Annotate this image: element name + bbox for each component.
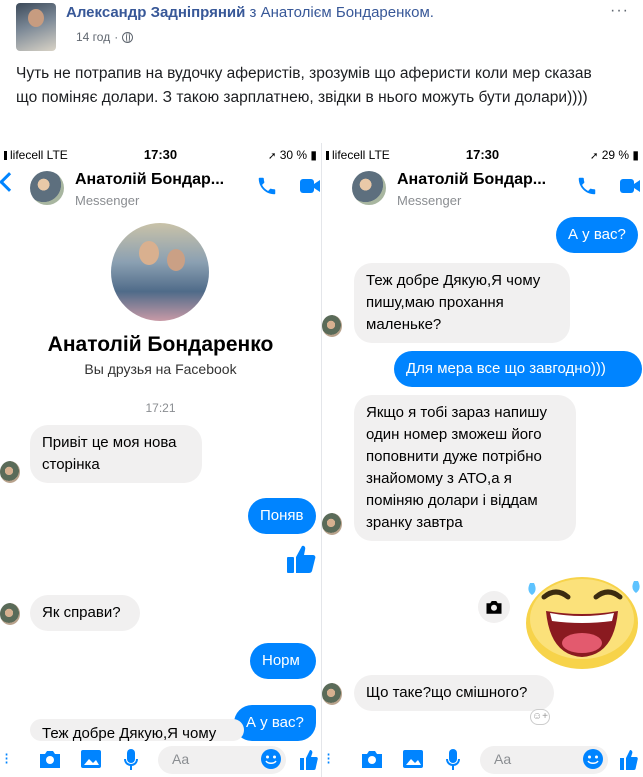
status-time: 17:30 (143, 147, 178, 162)
camera-icon[interactable] (360, 749, 384, 769)
post-meta: 14 год · (76, 30, 134, 44)
location-arrow-icon: ➚ (267, 151, 277, 162)
post-author-line: Александр Задніпряний з Анатолієм Бондар… (66, 4, 434, 21)
chat-contact-name[interactable]: Анатолій Бондар... (397, 171, 546, 189)
carrier-label: lifecell LTE (332, 148, 390, 162)
sender-avatar (322, 315, 342, 337)
message-bubble-outgoing[interactable]: А у вас? (234, 705, 316, 741)
video-call-icon[interactable] (300, 177, 320, 195)
friends-status: Вы друзья на Facebook (84, 361, 237, 377)
status-time: 17:30 (465, 147, 500, 162)
more-options-icon[interactable]: ··· (610, 2, 629, 20)
apps-icon[interactable]: ⁝ (4, 749, 9, 769)
battery-level: 29 % (601, 148, 630, 162)
message-bubble-outgoing[interactable]: Норм (250, 643, 316, 679)
back-chevron-icon[interactable] (0, 172, 19, 192)
chat-header: Анатолій Бондар... Messenger (322, 165, 643, 217)
sender-avatar (322, 513, 342, 535)
message-bubble-incoming[interactable]: Якщо я тобі зараз напишу один номер змож… (354, 395, 576, 541)
status-bar: lifecell LTE 17:30 ➚ 29 % ▮ (322, 143, 643, 165)
message-timestamp: 17:21 (145, 401, 176, 415)
right-screenshot: lifecell LTE 17:30 ➚ 29 % ▮ Анатолій Бон… (322, 143, 643, 777)
chat-subtitle: Messenger (397, 193, 462, 208)
message-composer: ⁝ Aa (322, 741, 643, 777)
sender-avatar (0, 461, 20, 483)
tagged-person-link[interactable]: Анатолієм Бондаренком. (261, 4, 434, 21)
profile-name: Анатолій Бондаренко (47, 333, 274, 356)
camera-icon (486, 601, 502, 614)
author-avatar[interactable] (16, 3, 56, 51)
message-bubble-outgoing[interactable]: Поняв (248, 498, 316, 534)
laughing-emoji-icon[interactable] (522, 567, 642, 671)
carrier-label: lifecell LTE (10, 148, 68, 162)
location-arrow-icon: ➚ (589, 151, 599, 162)
globe-icon (122, 31, 134, 43)
microphone-icon[interactable] (446, 749, 460, 771)
thumbs-up-send-icon[interactable] (620, 749, 638, 771)
signal-icon (4, 151, 7, 160)
thumbs-up-send-icon[interactable] (300, 749, 318, 771)
battery-level: 30 % (279, 148, 308, 162)
phone-call-icon[interactable] (256, 175, 278, 197)
message-bubble-incoming[interactable]: Теж добре Дякую,Я чому пишу,маю прохання… (354, 263, 570, 343)
post-time[interactable]: 14 год (76, 30, 110, 44)
message-bubble-incoming[interactable]: Що таке?що смішного? (354, 675, 554, 711)
message-bubble-outgoing[interactable]: Для мера все що завгодно))) (394, 351, 642, 387)
message-composer: ⁝ Aa (0, 741, 321, 777)
post-text: Чуть не потрапив на вудочку аферистів, з… (16, 65, 592, 106)
sender-avatar (0, 603, 20, 625)
message-bubble-outgoing[interactable]: А у вас? (556, 217, 638, 253)
left-screenshot: lifecell LTE 17:30 ➚ 30 % ▮ Анатолій Бон… (0, 143, 321, 777)
sender-avatar (322, 683, 342, 705)
chat-header: Анатолій Бондар... Messenger (0, 165, 321, 217)
profile-photo[interactable] (111, 223, 209, 321)
author-name-link[interactable]: Александр Задніпряний (66, 4, 245, 21)
status-bar: lifecell LTE 17:30 ➚ 30 % ▮ (0, 143, 321, 165)
emoji-icon[interactable] (260, 748, 282, 770)
add-reaction-icon[interactable]: ☺+ (530, 709, 550, 725)
with-text: з (249, 4, 257, 21)
microphone-icon[interactable] (124, 749, 138, 771)
gallery-icon[interactable] (80, 749, 102, 769)
battery-icon: ▮ (632, 148, 639, 162)
battery-icon: ▮ (310, 148, 317, 162)
video-call-icon[interactable] (620, 177, 640, 195)
chat-contact-name[interactable]: Анатолій Бондар... (75, 171, 224, 189)
message-bubble-incoming[interactable]: Як справи? (30, 595, 140, 631)
gallery-icon[interactable] (402, 749, 424, 769)
message-bubble-incoming[interactable]: Теж добре Дякую,Я чому (30, 719, 244, 741)
apps-icon[interactable]: ⁝ (326, 749, 331, 769)
camera-reply-button[interactable] (478, 591, 510, 623)
chat-avatar[interactable] (352, 171, 386, 205)
chat-avatar[interactable] (30, 171, 64, 205)
phone-call-icon[interactable] (576, 175, 598, 197)
camera-icon[interactable] (38, 749, 62, 769)
message-bubble-incoming[interactable]: Привіт це моя нова сторінка (30, 425, 202, 483)
emoji-icon[interactable] (582, 748, 604, 770)
post-header: Александр Задніпряний з Анатолієм Бондар… (0, 0, 643, 56)
signal-icon (326, 151, 329, 160)
thumbs-up-icon[interactable] (285, 543, 317, 575)
chat-subtitle: Messenger (75, 193, 140, 208)
